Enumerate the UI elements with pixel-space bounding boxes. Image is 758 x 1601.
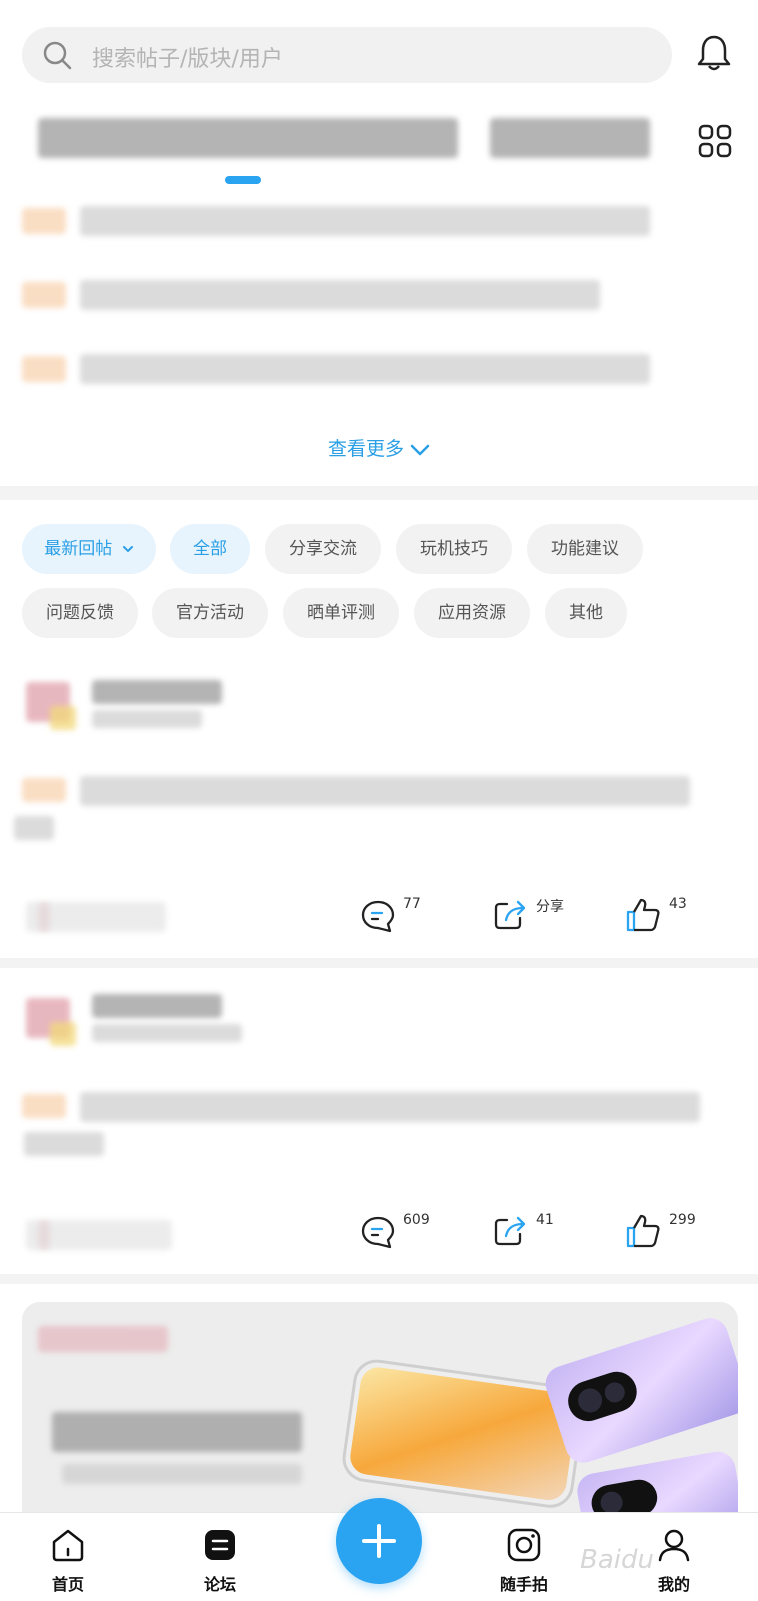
chip-other[interactable]: 其他 [545, 588, 627, 638]
post-title-line2 [14, 816, 54, 840]
banner-title [52, 1412, 302, 1452]
banner-tag [38, 1326, 168, 1352]
see-more-label: 查看更多 [327, 438, 404, 460]
tab-snap-label: 随手拍 [499, 1575, 548, 1594]
search-icon [43, 41, 72, 70]
post-tag [22, 1094, 66, 1118]
tab-forum-label: 论坛 [203, 1575, 236, 1594]
caret-down-icon [122, 546, 133, 553]
blurred-tab-strip-2 [490, 118, 650, 158]
search-input-placeholder: 搜索帖子/版块/用户 [92, 47, 283, 72]
chip-share[interactable]: 分享交流 [265, 524, 381, 574]
hot-badge [22, 208, 66, 234]
blurred-tab-strip [38, 118, 458, 158]
comment-icon[interactable] [360, 898, 396, 934]
tab-snap[interactable]: 随手拍 [484, 1513, 564, 1601]
hot-topic-item[interactable] [80, 280, 600, 310]
like-icon[interactable] [624, 1212, 662, 1250]
sort-label: 最新回帖 [44, 539, 113, 559]
post-divider [0, 958, 758, 968]
plus-icon [362, 1524, 396, 1558]
hot-badge [22, 282, 66, 308]
share-icon[interactable] [492, 896, 528, 932]
comment-icon[interactable] [360, 1214, 396, 1250]
section-divider [0, 486, 758, 500]
grid-menu-icon[interactable] [698, 124, 732, 158]
post-tag [22, 778, 66, 802]
chip-reviews[interactable]: 晒单评测 [283, 588, 399, 638]
username [92, 994, 222, 1018]
camera-icon [507, 1528, 541, 1562]
avatar-badge [50, 706, 76, 730]
post-divider [0, 1274, 758, 1284]
chip-all[interactable]: 全部 [170, 524, 250, 574]
forum-icon [205, 1530, 235, 1560]
tab-home-label: 首页 [51, 1575, 84, 1594]
tab-home[interactable]: 首页 [28, 1513, 108, 1601]
carousel-indicator [225, 176, 261, 184]
post-title [80, 776, 690, 806]
user-icon [658, 1529, 690, 1562]
chip-tips[interactable]: 玩机技巧 [396, 524, 512, 574]
share-count: 41 [536, 1212, 554, 1228]
avatar-badge [50, 1022, 76, 1046]
search-bar[interactable]: 搜索帖子/版块/用户 [22, 27, 672, 83]
chip-suggestion[interactable]: 功能建议 [527, 524, 643, 574]
share-icon[interactable] [492, 1212, 528, 1248]
see-more-link[interactable]: 查看更多 [0, 434, 758, 461]
post-title [80, 1092, 700, 1122]
watermark: Baidu [580, 1545, 654, 1575]
post-title-line2 [24, 1132, 104, 1156]
chip-feedback[interactable]: 问题反馈 [22, 588, 138, 638]
chip-resources[interactable]: 应用资源 [414, 588, 530, 638]
hot-badge [22, 356, 66, 382]
section-name [26, 1220, 172, 1250]
hot-topic-item[interactable] [80, 354, 650, 384]
post-meta [92, 1024, 242, 1042]
share-label: 分享 [536, 899, 564, 915]
sort-dropdown[interactable]: 最新回帖 [22, 524, 156, 574]
tab-forum[interactable]: 论坛 [180, 1513, 260, 1601]
like-count: 299 [669, 1212, 696, 1228]
comment-count: 609 [403, 1212, 430, 1228]
section-name [26, 902, 166, 932]
username [92, 680, 222, 704]
bell-icon[interactable] [697, 34, 731, 72]
chip-events[interactable]: 官方活动 [152, 588, 268, 638]
create-post-button[interactable] [336, 1498, 422, 1584]
chevron-down-icon [410, 444, 430, 455]
comment-count: 77 [403, 896, 421, 912]
post-meta [92, 710, 202, 728]
like-count: 43 [669, 896, 687, 912]
like-icon[interactable] [624, 896, 662, 934]
home-icon [52, 1529, 84, 1562]
banner-subtitle [62, 1464, 302, 1484]
hot-topic-item[interactable] [80, 206, 650, 236]
